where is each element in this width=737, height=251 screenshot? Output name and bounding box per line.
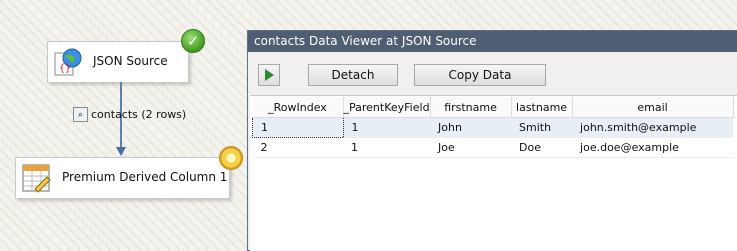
derived-column-icon xyxy=(22,164,51,193)
success-check-icon: ✓ xyxy=(181,29,205,53)
play-icon xyxy=(264,69,274,81)
column-header[interactable]: email xyxy=(572,97,734,118)
data-path-label[interactable]: ⌕ contacts (2 rows) xyxy=(73,107,186,122)
copy-data-button[interactable]: Copy Data xyxy=(414,64,546,86)
table-cell[interactable]: joe.doe@example xyxy=(572,137,734,158)
table-cell[interactable]: Doe xyxy=(511,137,573,158)
data-table: _RowIndex _ParentKeyField firstname last… xyxy=(252,97,734,158)
column-header[interactable]: _ParentKeyField xyxy=(343,97,431,118)
data-viewer-magnifier-icon[interactable]: ⌕ xyxy=(73,107,88,122)
table-cell[interactable]: john.smith@example xyxy=(572,117,734,138)
column-header[interactable]: firstname xyxy=(430,97,512,118)
table-cell[interactable]: 1 xyxy=(343,117,431,138)
table-cell[interactable]: 2 xyxy=(252,137,343,158)
table-cell[interactable]: 1 xyxy=(343,137,431,158)
data-viewer-title: contacts Data Viewer at JSON Source xyxy=(248,31,737,52)
svg-text:{}: {} xyxy=(59,63,71,74)
table-cell[interactable]: 1 xyxy=(252,117,344,138)
data-viewer-toolbar: Detach Copy Data xyxy=(248,52,737,94)
path-label-text: contacts (2 rows) xyxy=(91,108,187,121)
column-header[interactable]: _RowIndex xyxy=(252,97,344,118)
table-cell[interactable]: Smith xyxy=(511,117,573,138)
derived-column-component[interactable]: Premium Derived Column 1 xyxy=(15,157,230,199)
detach-button[interactable]: Detach xyxy=(308,64,398,86)
derived-column-label: Premium Derived Column 1 xyxy=(62,170,228,184)
table-cell[interactable]: Joe xyxy=(430,137,512,158)
data-grid[interactable]: _RowIndex _ParentKeyField firstname last… xyxy=(250,95,737,251)
table-row[interactable]: 1 1 John Smith john.smith@example xyxy=(252,117,734,138)
play-button[interactable] xyxy=(258,64,280,86)
table-row[interactable]: 2 1 Joe Doe joe.doe@example xyxy=(252,137,734,158)
column-header[interactable]: lastname xyxy=(511,97,573,118)
data-viewer-window: contacts Data Viewer at JSON Source Deta… xyxy=(247,30,737,251)
table-cell[interactable]: John xyxy=(430,117,512,138)
pending-status-icon xyxy=(219,146,243,170)
json-source-icon: {} xyxy=(54,48,82,76)
json-source-label: JSON Source xyxy=(93,54,168,68)
json-source-component[interactable]: {} JSON Source xyxy=(47,41,189,83)
data-path-arrow-icon xyxy=(116,147,126,156)
